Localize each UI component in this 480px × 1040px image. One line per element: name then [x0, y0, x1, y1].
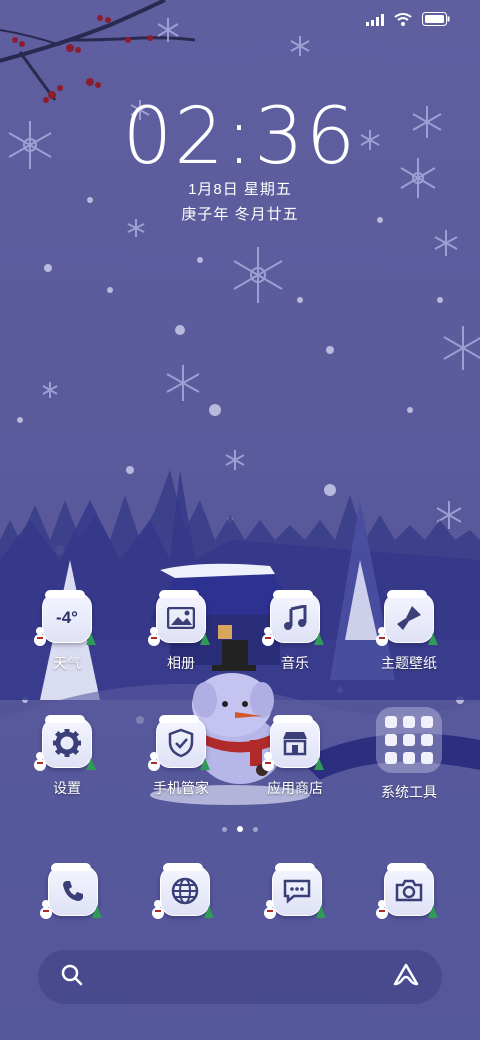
app-label-phone-manager: 手机管家 [153, 780, 209, 796]
app-store[interactable]: 应用商店 [240, 715, 350, 798]
app-folder-system-tools[interactable]: 系统工具 [354, 707, 464, 802]
music-icon [262, 590, 324, 646]
cellular-signal-icon [366, 13, 384, 31]
dock-camera[interactable] [354, 863, 464, 919]
app-label-music: 音乐 [281, 655, 309, 671]
folder-icon [376, 707, 442, 773]
app-label-system-tools: 系统工具 [381, 784, 437, 800]
camera-icon [376, 863, 438, 919]
app-label-store: 应用商店 [267, 780, 323, 796]
app-label-settings: 设置 [53, 780, 81, 796]
app-themes[interactable]: 主题壁纸 [354, 590, 464, 673]
search-icon[interactable] [60, 963, 84, 992]
lunar-date-text: 庚子年 冬月廿五 [181, 206, 299, 223]
app-music[interactable]: 音乐 [240, 590, 350, 673]
wifi-icon [394, 12, 412, 31]
messages-icon [264, 863, 326, 919]
weather-temp: -4° [56, 608, 78, 627]
app-gallery[interactable]: 相册 [126, 590, 236, 673]
battery-icon [422, 12, 450, 31]
app-settings[interactable]: 设置 [12, 715, 122, 798]
theme-brush-icon [376, 590, 438, 646]
app-label-gallery: 相册 [167, 655, 195, 671]
dock-messages[interactable] [242, 863, 352, 919]
page-dot[interactable] [253, 826, 258, 832]
store-icon [262, 715, 324, 771]
clock-time[interactable]: 02:36 [0, 92, 480, 182]
shield-check-icon [148, 715, 210, 771]
app-label-weather: 天气 [53, 655, 81, 671]
browser-globe-icon [152, 863, 214, 919]
search-bar[interactable] [38, 950, 442, 1004]
weather-icon: -4° [34, 590, 96, 646]
gear-icon [34, 715, 96, 771]
gallery-icon [148, 590, 210, 646]
dock-phone[interactable] [18, 863, 128, 919]
page-indicator[interactable] [0, 826, 480, 832]
phone-icon [40, 863, 102, 919]
page-dot-active[interactable] [237, 826, 243, 832]
assistant-icon[interactable] [392, 963, 420, 992]
app-weather[interactable]: -4° 天气 [12, 590, 122, 673]
status-bar [0, 0, 480, 40]
dock-browser[interactable] [130, 863, 240, 919]
page-dot[interactable] [222, 826, 227, 832]
app-phone-manager[interactable]: 手机管家 [126, 715, 236, 798]
app-label-themes: 主题壁纸 [381, 655, 437, 671]
date-text: 1月8日 星期五 [188, 181, 292, 198]
